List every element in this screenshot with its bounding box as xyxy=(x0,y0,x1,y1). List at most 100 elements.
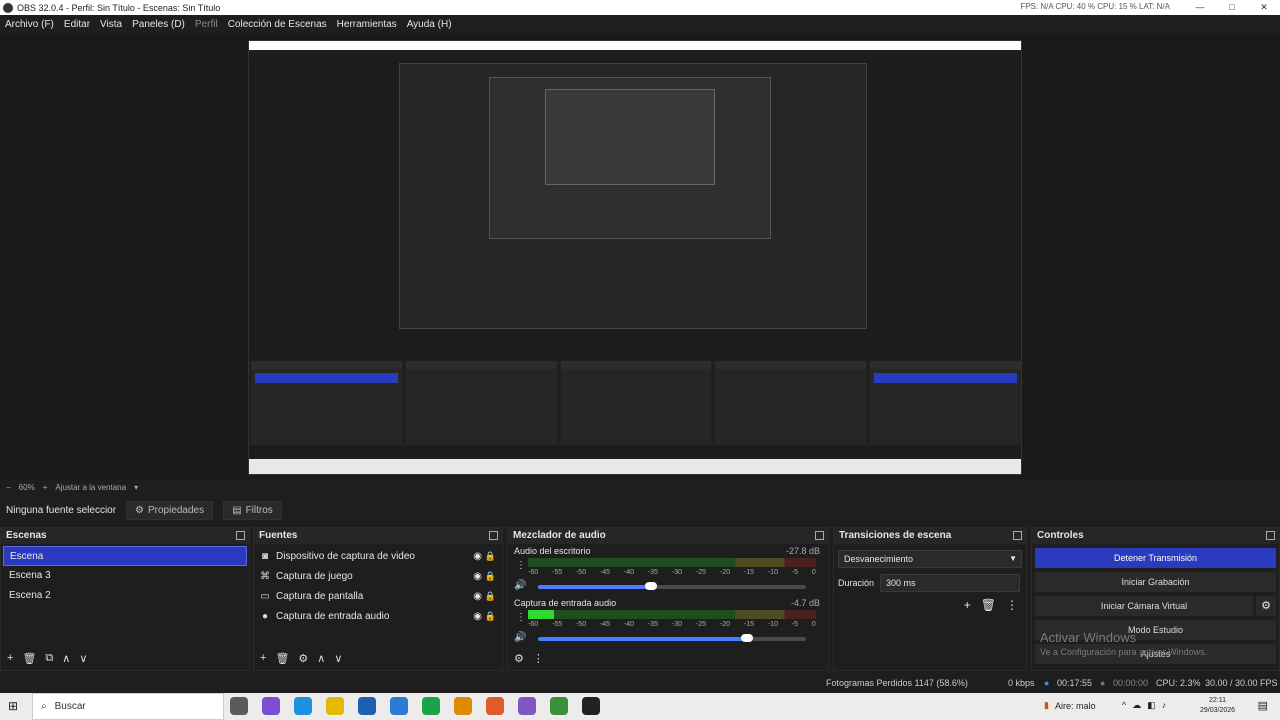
lock-icon[interactable]: 🔒 xyxy=(485,611,496,622)
properties-button[interactable]: ⚙ Propiedades xyxy=(126,500,214,520)
record-icon: ● xyxy=(1100,678,1106,688)
preview-canvas[interactable] xyxy=(248,40,1022,475)
cloud-icon[interactable]: ☁ xyxy=(1132,700,1141,711)
taskbar-app-icon[interactable] xyxy=(518,697,536,715)
add-transition-button[interactable]: + xyxy=(964,598,971,612)
lock-icon[interactable]: 🔒 xyxy=(485,591,496,602)
source-item[interactable]: ● Captura de entrada audio ◉ 🔒 xyxy=(254,606,502,626)
chevron-up-icon[interactable]: ^ xyxy=(1122,700,1126,711)
gear-icon[interactable]: ⚙ xyxy=(1256,596,1276,616)
menu-archivo[interactable]: Archivo (F) xyxy=(5,19,54,30)
remove-scene-icon[interactable]: 🗑 xyxy=(22,652,36,665)
gear-icon: ⚙ xyxy=(135,504,144,516)
maximize-button[interactable]: □ xyxy=(1216,0,1248,15)
taskbar-app-icon[interactable] xyxy=(422,697,440,715)
duration-spinbox[interactable]: 300 ms xyxy=(880,574,1021,592)
taskbar-app-icon[interactable] xyxy=(550,697,568,715)
close-button[interactable]: ✕ xyxy=(1248,0,1280,15)
transition-select[interactable]: Desvanecimiento ▼ xyxy=(838,550,1022,568)
fit-window-button[interactable]: Ajustar a la ventana xyxy=(55,483,126,492)
move-down-icon[interactable]: ∨ xyxy=(79,652,87,665)
speaker-icon[interactable]: 🔊 xyxy=(514,580,526,591)
scene-filters-icon[interactable]: ⧉ xyxy=(45,652,53,665)
meter-tick-label: -5 xyxy=(791,621,799,628)
taskbar-app-icon[interactable] xyxy=(230,697,248,715)
source-settings-icon[interactable]: ⚙ xyxy=(298,652,308,665)
menu-paneles[interactable]: Paneles (D) xyxy=(132,19,185,30)
lock-icon[interactable]: 🔒 xyxy=(485,551,496,562)
taskbar-app-icon[interactable] xyxy=(486,697,504,715)
add-scene-button[interactable]: + xyxy=(7,652,13,664)
move-up-icon[interactable]: ∧ xyxy=(317,652,325,665)
volume-knob[interactable] xyxy=(741,634,754,642)
volume-slider[interactable] xyxy=(538,634,806,642)
zoom-dropdown-icon[interactable]: ▾ xyxy=(134,483,138,492)
scene-item[interactable]: Escena 2 xyxy=(3,586,247,606)
lock-icon[interactable]: 🔒 xyxy=(485,571,496,582)
undock-icon[interactable] xyxy=(815,531,824,540)
channel-menu-icon[interactable]: ⋮ xyxy=(516,612,526,623)
add-source-button[interactable]: + xyxy=(260,652,266,664)
scene-item[interactable]: Escena xyxy=(3,546,247,566)
zoom-out-button[interactable]: − xyxy=(6,483,11,492)
audio-mixer-dock: Mezclador de audio Audio del escritorio … xyxy=(507,527,829,671)
taskbar-app-icon[interactable] xyxy=(582,697,600,715)
menu-editar[interactable]: Editar xyxy=(64,19,90,30)
taskbar-app-icon[interactable] xyxy=(390,697,408,715)
taskbar-clock[interactable]: 22:11 29/03/2026 xyxy=(1200,696,1235,716)
weather-widget[interactable]: ▮ Aire: malo xyxy=(1044,700,1095,711)
menu-perfil[interactable]: Perfil xyxy=(195,19,218,30)
taskbar-app-icon[interactable] xyxy=(262,697,280,715)
start-recording-button[interactable]: Iniciar Grabación xyxy=(1035,572,1276,592)
taskbar-app-icon[interactable] xyxy=(326,697,344,715)
system-tray[interactable]: ^ ☁ ◧ ♪ xyxy=(1122,700,1166,711)
move-down-icon[interactable]: ∨ xyxy=(334,652,342,665)
scenes-header: Escenas xyxy=(1,528,249,544)
minimize-button[interactable]: — xyxy=(1184,0,1216,15)
speaker-icon[interactable]: ♪ xyxy=(1162,700,1167,711)
meter-tick-label: -40 xyxy=(623,621,635,628)
taskbar-app-icon[interactable] xyxy=(294,697,312,715)
move-up-icon[interactable]: ∧ xyxy=(62,652,70,665)
menu-coleccion[interactable]: Colección de Escenas xyxy=(228,19,327,30)
filters-button[interactable]: ▤ Filtros xyxy=(223,500,282,520)
source-item[interactable]: ▭ Captura de pantalla ◉ 🔒 xyxy=(254,586,502,606)
mixer-settings-icon[interactable]: ⚙ xyxy=(514,652,524,665)
undock-icon[interactable] xyxy=(1013,531,1022,540)
volume-knob[interactable] xyxy=(644,582,657,590)
gamepad-icon: ⌘ xyxy=(260,570,270,582)
taskbar-app-icon[interactable] xyxy=(454,697,472,715)
menu-ayuda[interactable]: Ayuda (H) xyxy=(407,19,452,30)
remove-transition-icon[interactable]: 🗑 xyxy=(981,598,996,612)
dropped-frames: Fotogramas Perdidos 1147 (58.6%) xyxy=(826,678,968,688)
network-icon[interactable]: ◧ xyxy=(1147,700,1156,711)
volume-slider[interactable] xyxy=(538,582,806,590)
stop-stream-button[interactable]: Detener Transmisión xyxy=(1035,548,1276,568)
zoom-bar: − 60% + Ajustar a la ventana ▾ xyxy=(0,480,1280,494)
zoom-in-button[interactable]: + xyxy=(43,483,48,492)
meter-tick-label: -40 xyxy=(623,569,635,576)
remove-source-icon[interactable]: 🗑 xyxy=(275,652,289,665)
taskbar-search[interactable]: ⌕ Buscar xyxy=(32,693,224,720)
source-item[interactable]: ◙ Dispositivo de captura de video ◉ 🔒 xyxy=(254,546,502,566)
virtual-camera-button[interactable]: Iniciar Cámara Virtual xyxy=(1035,596,1253,616)
taskbar-app-icon[interactable] xyxy=(358,697,376,715)
cpu-usage: CPU: 2.3% xyxy=(1156,678,1201,688)
source-item[interactable]: ⌘ Captura de juego ◉ 🔒 xyxy=(254,566,502,586)
speaker-icon[interactable]: 🔊 xyxy=(514,632,526,643)
mixer-menu-icon[interactable]: ⋮ xyxy=(533,652,544,665)
eye-icon[interactable]: ◉ xyxy=(473,551,482,562)
windows-start-icon[interactable]: ⊞ xyxy=(8,699,18,713)
undock-icon[interactable] xyxy=(236,531,245,540)
eye-icon[interactable]: ◉ xyxy=(473,611,482,622)
channel-menu-icon[interactable]: ⋮ xyxy=(516,560,526,571)
undock-icon[interactable] xyxy=(489,531,498,540)
notifications-icon[interactable]: ▤ xyxy=(1258,699,1268,712)
scene-item[interactable]: Escena 3 xyxy=(3,566,247,586)
eye-icon[interactable]: ◉ xyxy=(473,571,482,582)
menu-vista[interactable]: Vista xyxy=(100,19,122,30)
undock-icon[interactable] xyxy=(1266,531,1275,540)
eye-icon[interactable]: ◉ xyxy=(473,591,482,602)
transition-menu-icon[interactable]: ⋮ xyxy=(1006,598,1018,612)
menu-herramientas[interactable]: Herramientas xyxy=(337,19,397,30)
